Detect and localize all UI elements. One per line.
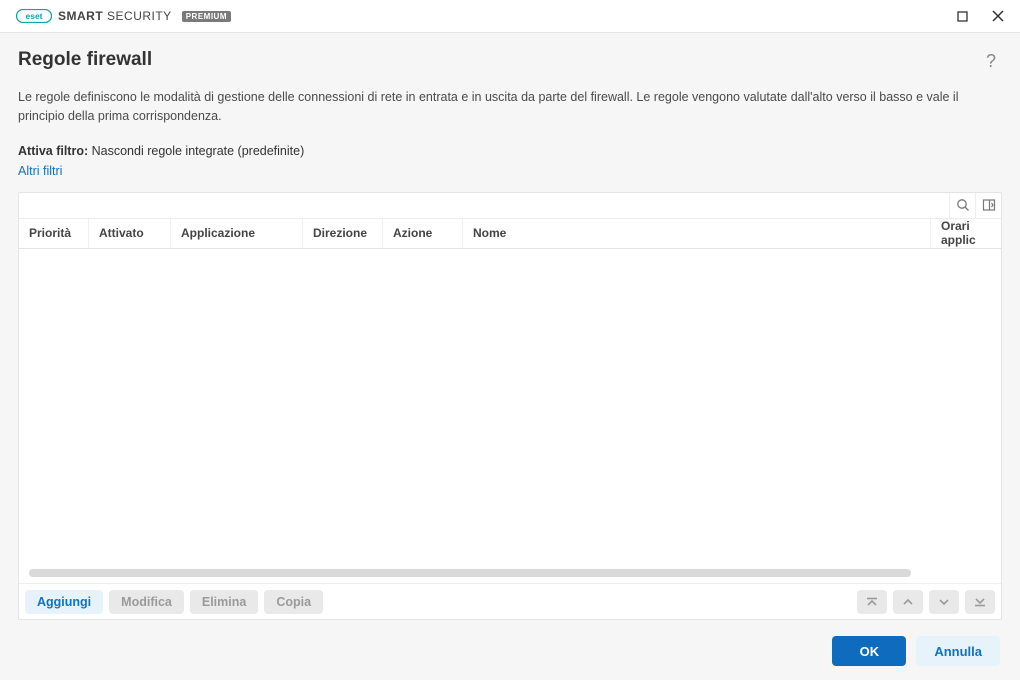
horizontal-scrollbar[interactable] xyxy=(29,569,911,577)
filter-label: Attiva filtro: xyxy=(18,144,88,158)
scrollbar-thumb[interactable] xyxy=(29,569,911,577)
maximize-button[interactable] xyxy=(948,2,976,30)
col-enabled[interactable]: Attivato xyxy=(89,219,171,248)
help-icon[interactable]: ? xyxy=(980,49,1002,74)
eset-logo-icon: eset xyxy=(16,9,52,23)
window-controls xyxy=(948,2,1012,30)
brand: eset SMART SECURITY PREMIUM xyxy=(16,9,231,23)
page-description: Le regole definiscono le modalità di ges… xyxy=(18,88,1002,126)
content-area: Regole firewall ? Le regole definiscono … xyxy=(0,32,1020,680)
edit-button[interactable]: Modifica xyxy=(109,590,184,614)
move-down-button[interactable] xyxy=(929,590,959,614)
title-bar: eset SMART SECURITY PREMIUM xyxy=(0,0,1020,32)
columns-icon[interactable] xyxy=(975,193,1001,218)
col-priority[interactable]: Priorità xyxy=(19,219,89,248)
delete-button[interactable]: Elimina xyxy=(190,590,258,614)
active-filter: Attiva filtro: Nascondi regole integrate… xyxy=(18,144,1002,158)
page-title: Regole firewall xyxy=(18,49,152,71)
move-up-button[interactable] xyxy=(893,590,923,614)
svg-text:eset: eset xyxy=(25,11,42,21)
move-top-button[interactable] xyxy=(857,590,887,614)
cancel-button[interactable]: Annulla xyxy=(916,636,1000,666)
dialog-footer: OK Annulla xyxy=(18,636,1002,666)
premium-badge: PREMIUM xyxy=(182,11,231,22)
col-direction[interactable]: Direzione xyxy=(303,219,383,248)
table-footer: Aggiungi Modifica Elimina Copia xyxy=(19,583,1001,619)
reorder-buttons xyxy=(857,590,995,614)
copy-button[interactable]: Copia xyxy=(264,590,323,614)
table-toolbar xyxy=(19,193,1001,219)
rules-table: Priorità Attivato Applicazione Direzione… xyxy=(18,192,1002,621)
close-button[interactable] xyxy=(984,2,1012,30)
table-body xyxy=(19,249,1001,584)
col-application[interactable]: Applicazione xyxy=(171,219,303,248)
col-name[interactable]: Nome xyxy=(463,219,931,248)
table-header: Priorità Attivato Applicazione Direzione… xyxy=(19,219,1001,249)
col-action[interactable]: Azione xyxy=(383,219,463,248)
move-bottom-button[interactable] xyxy=(965,590,995,614)
product-name: SMART SECURITY xyxy=(58,9,172,23)
filter-value: Nascondi regole integrate (predefinite) xyxy=(92,144,305,158)
col-schedule[interactable]: Orari applic xyxy=(931,219,1001,248)
ok-button[interactable]: OK xyxy=(832,636,906,666)
search-icon[interactable] xyxy=(949,193,975,218)
add-button[interactable]: Aggiungi xyxy=(25,590,103,614)
more-filters-link[interactable]: Altri filtri xyxy=(18,164,62,178)
